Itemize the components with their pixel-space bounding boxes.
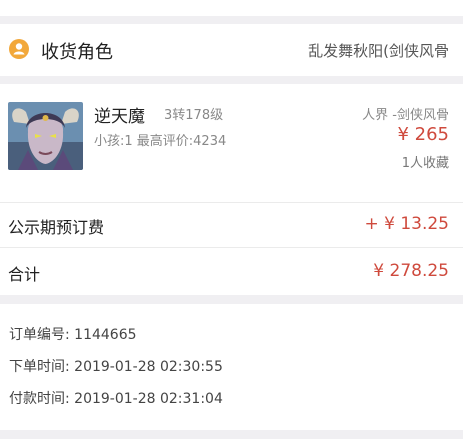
character-name: 逆天魔 — [94, 107, 145, 127]
receiving-role-row[interactable]: 收货角色 乱发舞秋阳(剑侠风骨 — [0, 24, 463, 76]
order-number: 订单编号: 1144665 — [9, 327, 137, 343]
total-label: 合计 — [8, 265, 41, 284]
total-value: ¥ 278.25 — [373, 261, 449, 281]
user-icon — [9, 39, 29, 59]
payment-time: 付款时间: 2019-01-28 02:31:04 — [9, 391, 223, 407]
character-avatar — [8, 102, 83, 170]
server-name: 人界 -剑侠风骨 — [362, 108, 449, 123]
order-info-card: 订单编号: 1144665 下单时间: 2019-01-28 02:30:55 … — [0, 304, 463, 430]
public-period-fee-label: 公示期预订费 — [8, 218, 105, 237]
receiving-role-title: 收货角色 — [41, 42, 113, 63]
top-card-edge — [0, 0, 463, 16]
receiving-role-value: 乱发舞秋阳(剑侠风骨 — [308, 42, 449, 60]
character-info: 小孩:1 最高评价:4234 — [94, 134, 227, 149]
character-level: 3转178级 — [164, 108, 224, 123]
order-time: 下单时间: 2019-01-28 02:30:55 — [9, 359, 223, 375]
public-period-fee-value: + ¥ 13.25 — [364, 214, 449, 234]
public-period-fee-row: 公示期预订费 + ¥ 13.25 — [0, 203, 463, 247]
total-row: 合计 ¥ 278.25 — [0, 248, 463, 295]
item-price: ¥ 265 — [397, 124, 449, 145]
favorite-count: 1人收藏 — [401, 156, 449, 171]
item-card[interactable]: 逆天魔 3转178级 小孩:1 最高评价:4234 人界 -剑侠风骨 ¥ 265… — [0, 84, 463, 202]
